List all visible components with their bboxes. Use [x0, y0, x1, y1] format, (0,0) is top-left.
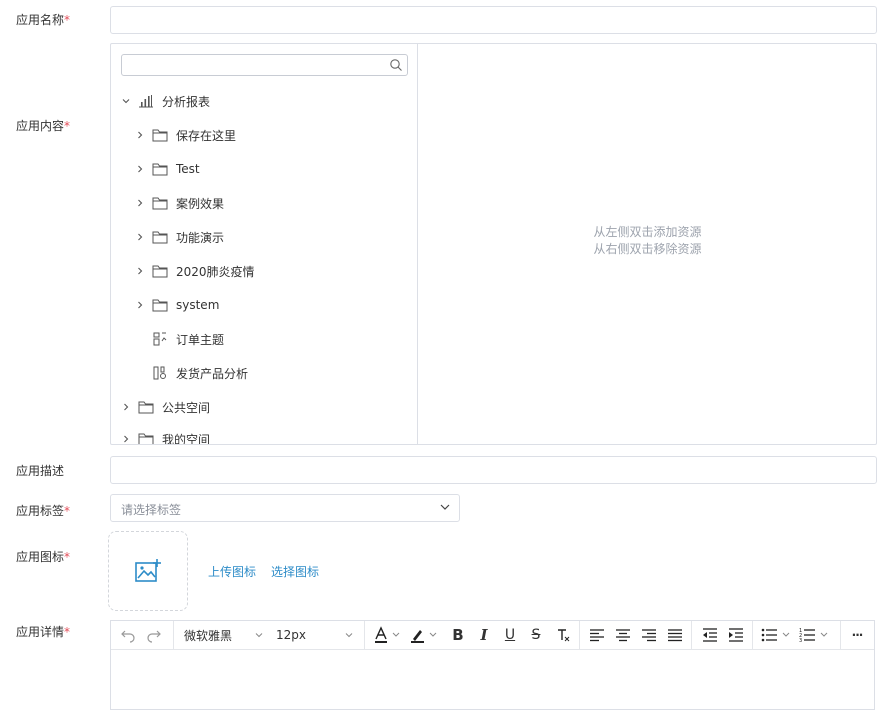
highlight-color-icon[interactable]	[409, 626, 439, 644]
resource-picker: 分析报表 保存在这里 Test 案例效果功能演示 2020肺炎疫情 system 订单主…	[110, 43, 877, 445]
chevron-right-icon[interactable]	[134, 265, 146, 277]
font-family-value: 微软雅黑	[184, 628, 233, 643]
add-image-icon	[135, 559, 161, 582]
undo-icon[interactable]	[120, 626, 136, 644]
chevron-right-icon[interactable]	[134, 163, 146, 175]
more-button[interactable]: ···	[848, 626, 866, 644]
editor-toolbar: 微软雅黑 12px B I U S 123 ···	[111, 621, 874, 650]
align-left-icon[interactable]	[589, 626, 605, 644]
rich-text-editor[interactable]: 微软雅黑 12px B I U S 123 ···	[110, 620, 875, 710]
tree-node-label: 保存在这里	[176, 128, 237, 143]
outdent-icon[interactable]	[702, 626, 718, 644]
tree-leaf-shipping[interactable]: 发货产品分析	[134, 363, 248, 383]
svg-text:3: 3	[799, 638, 802, 644]
tree-node-label: 发货产品分析	[176, 366, 249, 381]
folder-icon	[152, 197, 168, 210]
tree-node-label: system	[176, 298, 220, 312]
chevron-right-icon[interactable]	[120, 401, 132, 413]
folder-icon	[152, 299, 168, 312]
tree-node-folder[interactable]: 案例效果	[134, 193, 224, 213]
tag-select[interactable]: 请选择标签	[110, 494, 460, 522]
chevron-right-icon[interactable]	[134, 129, 146, 141]
tag-select-placeholder: 请选择标签	[121, 503, 182, 517]
chevron-right-icon[interactable]	[120, 433, 132, 444]
align-justify-icon[interactable]	[667, 626, 683, 644]
tree-node-label: 公共空间	[162, 400, 211, 415]
underline-button[interactable]: U	[501, 626, 519, 644]
tree-node-root[interactable]: 分析报表	[120, 91, 210, 111]
app-detail-label: 应用详情*	[16, 625, 71, 639]
tree-search-input[interactable]	[121, 54, 408, 76]
choose-icon-link[interactable]: 选择图标	[271, 563, 319, 580]
icon-upload-box[interactable]	[108, 531, 188, 611]
tree-node-folder[interactable]: 2020肺炎疫情	[134, 261, 255, 281]
font-color-icon[interactable]	[373, 626, 401, 644]
app-desc-input[interactable]	[110, 456, 877, 484]
strikethrough-button[interactable]: S	[527, 626, 545, 644]
tree-node-label: 订单主题	[176, 332, 225, 347]
indent-icon[interactable]	[728, 626, 744, 644]
app-name-input[interactable]	[110, 6, 877, 34]
tree-node-folder[interactable]: Test	[134, 159, 200, 179]
font-family-select[interactable]: 微软雅黑	[184, 626, 264, 644]
align-right-icon[interactable]	[641, 626, 657, 644]
tree-node-label: 分析报表	[162, 94, 211, 109]
resource-tree-panel: 分析报表 保存在这里 Test 案例效果功能演示 2020肺炎疫情 system 订单主…	[111, 44, 418, 444]
chevron-down-icon	[255, 633, 263, 638]
tree-node-folder[interactable]: system	[134, 295, 219, 315]
folder-icon	[152, 265, 168, 278]
folder-icon	[152, 231, 168, 244]
clear-format-icon[interactable]	[555, 626, 571, 644]
folder-icon	[152, 129, 168, 142]
redo-icon[interactable]	[146, 626, 162, 644]
app-icon-label: 应用图标*	[16, 550, 71, 564]
upload-icon-link[interactable]: 上传图标	[208, 563, 256, 580]
tree-node-label: 我的空间	[162, 432, 211, 445]
chevron-right-icon[interactable]	[134, 197, 146, 209]
app-tag-label: 应用标签*	[16, 504, 71, 518]
tree-leaf-order[interactable]: 订单主题	[134, 329, 224, 349]
folder-icon	[138, 433, 154, 444]
folder-icon	[138, 401, 154, 414]
analysis-icon	[153, 366, 166, 380]
report-icon	[139, 95, 153, 108]
chevron-down-icon	[345, 633, 353, 638]
app-content-label: 应用内容*	[16, 119, 71, 133]
app-name-label: 应用名称*	[16, 13, 71, 27]
bullet-list-icon[interactable]	[761, 626, 793, 644]
tree-node-public-space[interactable]: 公共空间	[120, 397, 210, 417]
font-size-value: 12px	[276, 628, 306, 642]
tree-node-label: 案例效果	[176, 196, 225, 211]
font-size-select[interactable]: 12px	[276, 626, 354, 644]
dashboard-icon	[153, 332, 167, 346]
align-center-icon[interactable]	[615, 626, 631, 644]
tree-node-folder[interactable]: 保存在这里	[134, 125, 236, 145]
bold-button[interactable]: B	[449, 626, 467, 644]
tree-node-label: Test	[176, 162, 200, 176]
tree-node-label: 2020肺炎疫情	[176, 264, 255, 279]
italic-button[interactable]: I	[475, 626, 493, 644]
chevron-down-icon[interactable]	[120, 95, 132, 107]
chevron-right-icon[interactable]	[134, 299, 146, 311]
tree-node-folder[interactable]: 功能演示	[134, 227, 224, 247]
chevron-right-icon[interactable]	[134, 231, 146, 243]
numbered-list-icon[interactable]: 123	[799, 626, 831, 644]
tree-node-label: 功能演示	[176, 230, 225, 245]
app-desc-label: 应用描述	[16, 464, 65, 478]
search-icon[interactable]	[389, 58, 403, 72]
resource-hint: 从左侧双击添加资源 从右侧双击移除资源	[593, 225, 702, 256]
tree-node-my-space[interactable]: 我的空间	[120, 429, 210, 444]
folder-icon	[152, 163, 168, 176]
chevron-down-icon[interactable]	[439, 501, 451, 513]
